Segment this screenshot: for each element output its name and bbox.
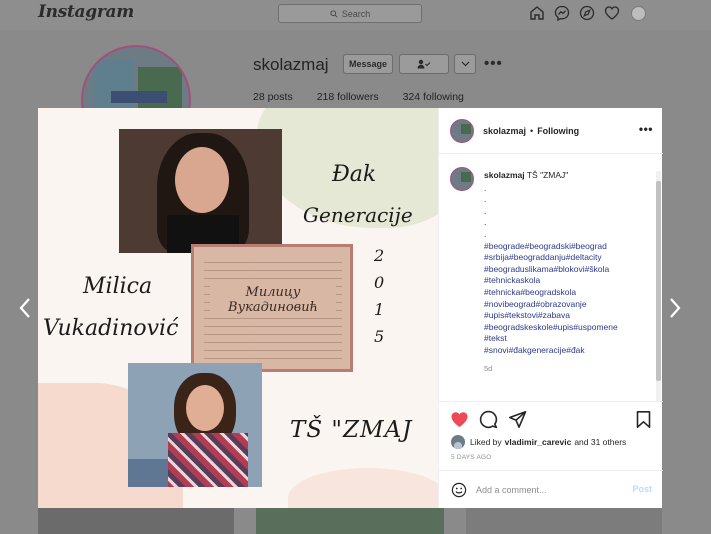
comment-icon [479, 410, 498, 429]
caption-scrollbar[interactable] [656, 171, 661, 401]
caption-username[interactable]: skolazmaj [484, 170, 525, 180]
search-icon [330, 9, 338, 18]
caption-timestamp: 5d [484, 363, 493, 373]
hashtag-line[interactable]: #tekst [484, 333, 654, 345]
comment-button[interactable] [479, 410, 498, 429]
year-digit: 1 [374, 300, 385, 319]
hashtag-line[interactable]: #beogradskeskole#upis#uspomene [484, 322, 654, 334]
home-icon[interactable] [529, 5, 545, 21]
caption-dot: . [484, 194, 487, 205]
candid-photo [128, 363, 262, 487]
hashtag-line[interactable]: #upis#tekstovi#zabava [484, 310, 654, 322]
explore-icon[interactable] [579, 5, 595, 21]
grid-post-thumbnail[interactable] [256, 508, 444, 534]
top-navigation: Instagram Search [0, 0, 711, 30]
hashtag-line[interactable]: #beograde#beogradski#beograd [484, 241, 654, 253]
image-text-last-name: Vukadinović [43, 316, 179, 341]
year-digit: 0 [374, 273, 385, 292]
messenger-icon[interactable] [554, 5, 570, 21]
save-button[interactable] [634, 410, 653, 429]
liker-username[interactable]: vladimir_carevic [505, 437, 572, 447]
hashtag-line[interactable]: #srbija#beograddanju#deltacity [484, 252, 654, 264]
message-button[interactable]: Message [343, 54, 393, 74]
caption-dot: . [484, 228, 487, 239]
author-avatar[interactable] [450, 118, 474, 143]
post-options-button[interactable]: ••• [639, 122, 653, 136]
following-status-button[interactable]: Following [537, 126, 579, 136]
activity-heart-icon[interactable] [604, 5, 620, 21]
post-modal: Милицу Вукадиновић Đak Generacije 2 0 1 … [38, 108, 663, 508]
previous-post-button[interactable] [18, 296, 32, 320]
emoji-button[interactable] [451, 482, 467, 498]
diploma-name: Милицу Вукадиновић [210, 285, 336, 315]
grid-post-thumbnail[interactable] [38, 508, 234, 534]
chevron-down-icon [461, 61, 469, 67]
hashtag-line[interactable]: #novibeograd#obrazovanje [484, 299, 654, 311]
header-separator: • [530, 125, 534, 136]
followers-count[interactable]: 218 followers [317, 91, 379, 103]
share-button[interactable] [508, 410, 527, 429]
action-icons [450, 410, 527, 429]
post-comment-button[interactable]: Post [632, 484, 652, 494]
hashtag-line[interactable]: #snovi#đakgeneracije#đak [484, 345, 654, 357]
profile-username: skolazmaj [253, 55, 329, 74]
chevron-right-icon [670, 298, 681, 318]
hashtag-list: #beograde#beogradski#beograd #srbija#beo… [484, 241, 654, 357]
caption-dot: . [484, 217, 487, 228]
profile-stats: 28 posts 218 followers 324 following [253, 91, 464, 103]
hashtag-line[interactable]: #beograduslikama#blokovi#škola [484, 264, 654, 276]
caption-section: skolazmaj TŠ "ZMAJ" . . . . . #beograde#… [439, 155, 663, 401]
post-header: skolazmaj • Following ••• [439, 108, 663, 154]
heart-filled-icon [451, 412, 468, 427]
bookmark-icon [636, 411, 651, 428]
like-button[interactable] [450, 410, 469, 429]
profile-options-button[interactable]: ••• [484, 55, 503, 72]
liked-by-suffix[interactable]: and 31 others [574, 437, 626, 447]
nav-profile-avatar[interactable] [631, 5, 646, 21]
comment-form: Post [439, 470, 663, 509]
caption-dots: . . . . . [484, 183, 654, 241]
caption-author-avatar[interactable] [450, 167, 474, 191]
image-year-digits: 2 0 1 5 [374, 246, 384, 346]
caption-text: TŠ "ZMAJ" [526, 170, 569, 180]
liked-by-prefix: Liked by [470, 437, 502, 447]
next-post-button[interactable] [668, 296, 682, 320]
following-button[interactable] [399, 54, 449, 74]
comment-input[interactable] [476, 485, 616, 495]
diploma-photo: Милицу Вукадиновић [191, 244, 353, 372]
search-placeholder: Search [341, 8, 371, 19]
emoji-icon [451, 482, 467, 498]
nav-icons [529, 5, 646, 21]
post-date: 5 DAYS AGO [451, 454, 492, 461]
user-check-icon [417, 59, 431, 69]
suggested-dropdown-button[interactable] [454, 54, 476, 74]
year-digit: 5 [374, 327, 385, 346]
caption-dot: . [484, 182, 487, 193]
posts-count: 28 posts [253, 91, 293, 103]
grid-post-thumbnail[interactable] [466, 508, 662, 534]
hashtag-line[interactable]: #tehnicka#beogradskola [484, 287, 654, 299]
hashtag-line[interactable]: #tehnickaskola [484, 275, 654, 287]
decor-blob [288, 468, 438, 508]
year-digit: 2 [374, 246, 385, 265]
post-image[interactable]: Милицу Вукадиновић Đak Generacije 2 0 1 … [38, 108, 438, 508]
liker-avatar [451, 435, 465, 449]
liked-by-row[interactable]: Liked by vladimir_carevic and 31 others [451, 435, 626, 449]
following-count[interactable]: 324 following [403, 91, 464, 103]
chevron-left-icon [19, 298, 30, 318]
author-username[interactable]: skolazmaj [483, 126, 526, 136]
post-actions: Liked by vladimir_carevic and 31 others … [439, 401, 663, 508]
image-text-first-name: Milica [83, 274, 153, 299]
image-text-dak: Đak [332, 162, 377, 187]
image-text-generacije: Generacije [303, 203, 413, 227]
send-icon [509, 411, 527, 428]
portrait-photo [119, 129, 282, 253]
search-box[interactable]: Search [278, 4, 422, 23]
image-text-school: TŠ "ZMAJ [290, 417, 413, 443]
instagram-logo[interactable]: Instagram [38, 2, 134, 22]
caption-dot: . [484, 205, 487, 216]
caption-body: skolazmaj TŠ "ZMAJ" . . . . . #beograde#… [484, 170, 654, 374]
post-sidebar: skolazmaj • Following ••• skolazmaj TŠ "… [438, 108, 663, 508]
